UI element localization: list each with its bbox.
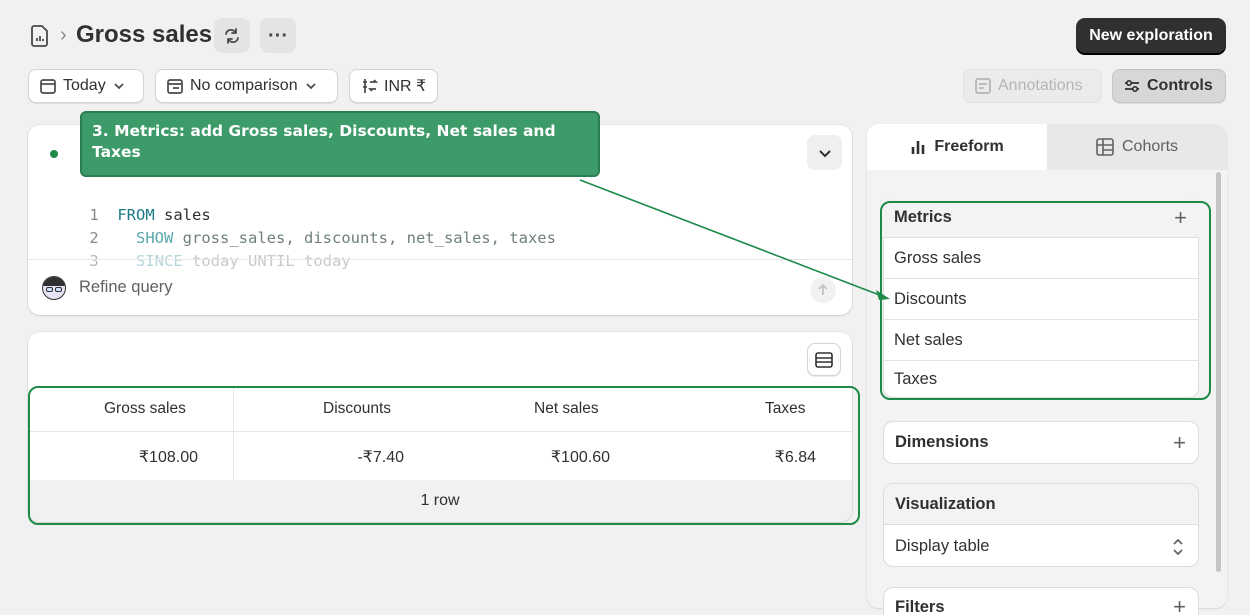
callout-text: 3. Metrics: add Gross sales, Discounts, … [92, 122, 556, 161]
tutorial-callout: 3. Metrics: add Gross sales, Discounts, … [80, 111, 600, 177]
callout-arrow [579, 179, 890, 300]
